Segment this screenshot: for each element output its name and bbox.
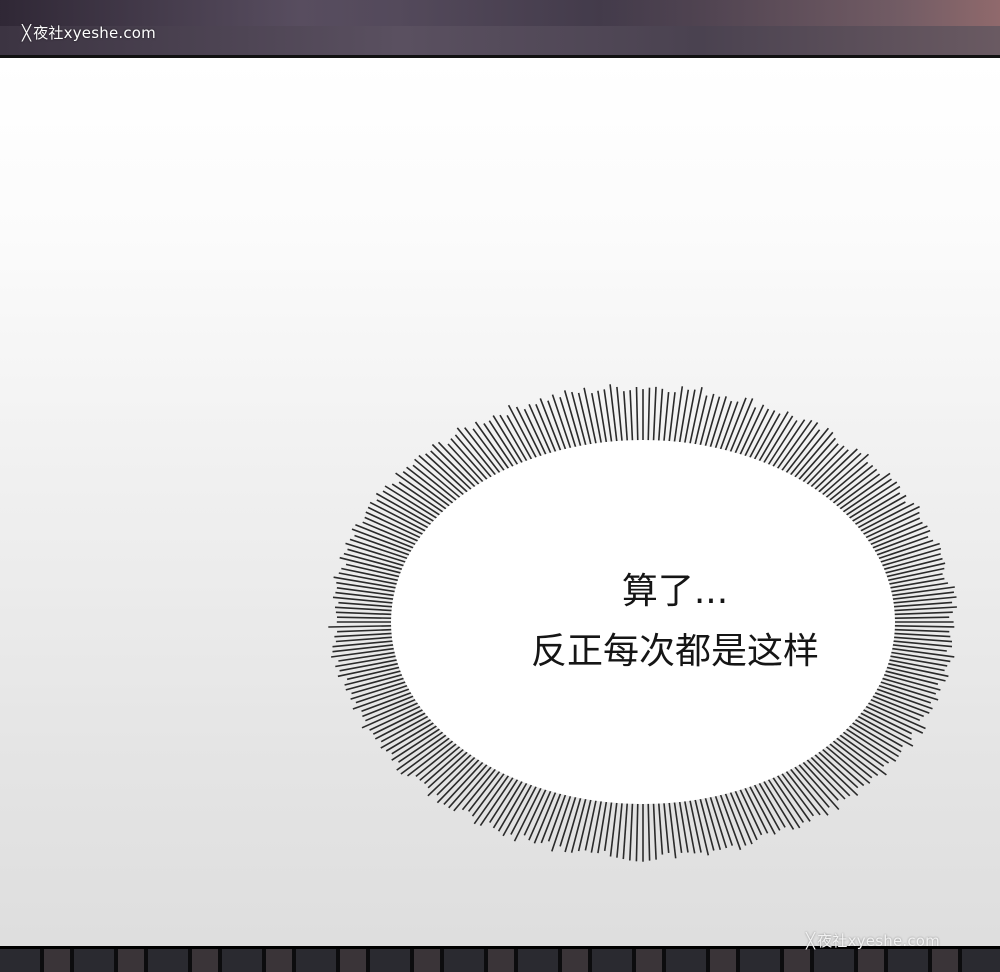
speech-line-1: 算了... (621, 571, 729, 612)
burst-line (456, 427, 503, 484)
watermark-bottom-text: 夜社xyeshe.com (817, 932, 940, 950)
watermark-bottom: ╳ 夜社xyeshe.com (806, 930, 940, 951)
burst-line (647, 793, 651, 861)
burst-line (551, 786, 575, 852)
x-logo-icon: ╳ (806, 932, 816, 950)
speech-line-2: 反正每次都是这样 (530, 631, 819, 672)
speech-bubble-text: 算了... 反正每次都是这样 (380, 562, 970, 682)
bottom-panel-bars (0, 949, 1000, 972)
speech-burst (328, 384, 957, 862)
burst-line (635, 793, 639, 862)
